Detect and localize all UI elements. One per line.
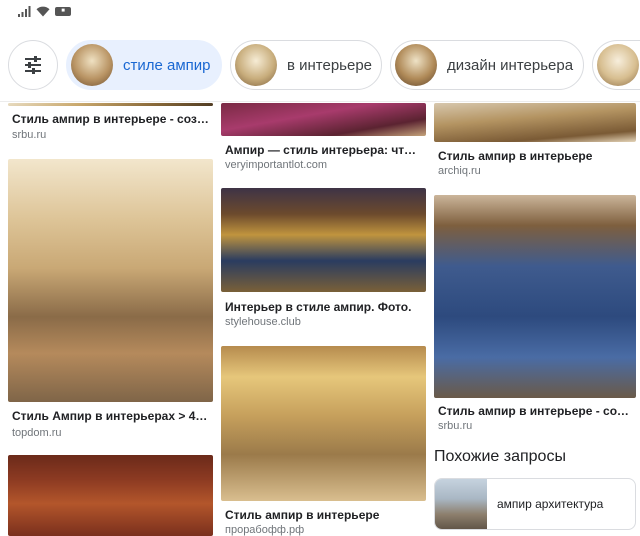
related-searches-heading: Похожие запросы bbox=[434, 448, 566, 465]
result-image[interactable] bbox=[8, 103, 213, 106]
related-search-thumbnail bbox=[435, 479, 487, 529]
chip-thumbnail bbox=[597, 44, 639, 86]
result-source[interactable]: veryimportantlot.com bbox=[225, 159, 327, 171]
chip-in-interior[interactable]: в интерьере bbox=[230, 40, 382, 90]
related-search-item[interactable]: ампир архитектура bbox=[434, 478, 636, 530]
chip-label: стиле ампир bbox=[123, 56, 211, 74]
result-card[interactable]: Интерьер в стиле ампир. Фото. stylehouse… bbox=[221, 188, 426, 334]
result-title[interactable]: Стиль Ампир в интерьерах > 40 фо... bbox=[12, 409, 209, 423]
result-title[interactable]: Интерьер в стиле ампир. Фото. bbox=[225, 300, 422, 314]
chip-thumbnail bbox=[235, 44, 277, 86]
result-image[interactable] bbox=[8, 159, 213, 402]
chip-thumbnail bbox=[395, 44, 437, 86]
result-image[interactable] bbox=[221, 346, 426, 501]
related-search-label: ампир архитектура bbox=[497, 497, 604, 511]
status-bar: ■ bbox=[0, 0, 640, 24]
result-card[interactable]: Стиль ампир в интерьере прорабофф.рф bbox=[221, 346, 426, 536]
result-source[interactable]: srbu.ru bbox=[12, 129, 46, 141]
result-source[interactable]: stylehouse.club bbox=[225, 316, 301, 328]
result-card[interactable]: Стиль Ампир в интерьерах > 40 фо... topd… bbox=[8, 159, 213, 445]
results-column-2: Ампир — стиль интерьера: что так... very… bbox=[221, 103, 426, 536]
result-source[interactable]: прорабофф.рф bbox=[225, 524, 304, 536]
battery-icon: ■ bbox=[55, 7, 71, 16]
chip-thumbnail bbox=[71, 44, 113, 86]
chip-style-empire[interactable]: стиле ампир bbox=[66, 40, 222, 90]
result-image[interactable] bbox=[8, 455, 213, 536]
result-title[interactable]: Стиль ампир в интерьере bbox=[438, 149, 632, 163]
chip-label: в интерьере bbox=[287, 56, 373, 74]
result-title[interactable]: Стиль ампир в интерьере - создан... bbox=[438, 404, 632, 418]
tune-sliders-icon bbox=[25, 56, 41, 74]
result-card[interactable]: Стиль ампир в интерьере - создан... srbu… bbox=[8, 103, 213, 153]
result-source[interactable]: topdom.ru bbox=[12, 427, 62, 439]
result-image[interactable] bbox=[221, 103, 426, 136]
result-source[interactable]: archiq.ru bbox=[438, 165, 481, 177]
result-image[interactable] bbox=[434, 195, 636, 398]
chip-interior-design[interactable]: дизайн интерьера bbox=[390, 40, 584, 90]
filter-button[interactable] bbox=[8, 40, 58, 90]
result-card[interactable] bbox=[8, 455, 213, 536]
status-icons: ■ bbox=[18, 6, 71, 17]
result-card[interactable]: Стиль ампир в интерьере - создан... srbu… bbox=[434, 195, 636, 435]
result-title[interactable]: Стиль ампир в интерьере - создан... bbox=[12, 112, 209, 126]
result-title[interactable]: Ампир — стиль интерьера: что так... bbox=[225, 143, 422, 157]
result-image[interactable] bbox=[434, 103, 636, 142]
result-card[interactable]: Ампир — стиль интерьера: что так... very… bbox=[221, 103, 426, 173]
chip-more[interactable] bbox=[592, 40, 640, 90]
result-source[interactable]: srbu.ru bbox=[438, 420, 472, 432]
result-card[interactable]: Стиль ампир в интерьере archiq.ru bbox=[434, 103, 636, 185]
wifi-icon bbox=[36, 6, 50, 17]
results-column-1: Стиль ампир в интерьере - создан... srbu… bbox=[8, 103, 213, 536]
results-column-3: Стиль ампир в интерьере archiq.ru Стиль … bbox=[434, 103, 636, 443]
search-chip-row: стиле ампир в интерьере дизайн интерьера bbox=[0, 28, 640, 102]
result-image[interactable] bbox=[221, 188, 426, 292]
chip-label: дизайн интерьера bbox=[447, 56, 574, 74]
result-title[interactable]: Стиль ампир в интерьере bbox=[225, 508, 422, 522]
cellular-signal-icon bbox=[18, 6, 31, 17]
